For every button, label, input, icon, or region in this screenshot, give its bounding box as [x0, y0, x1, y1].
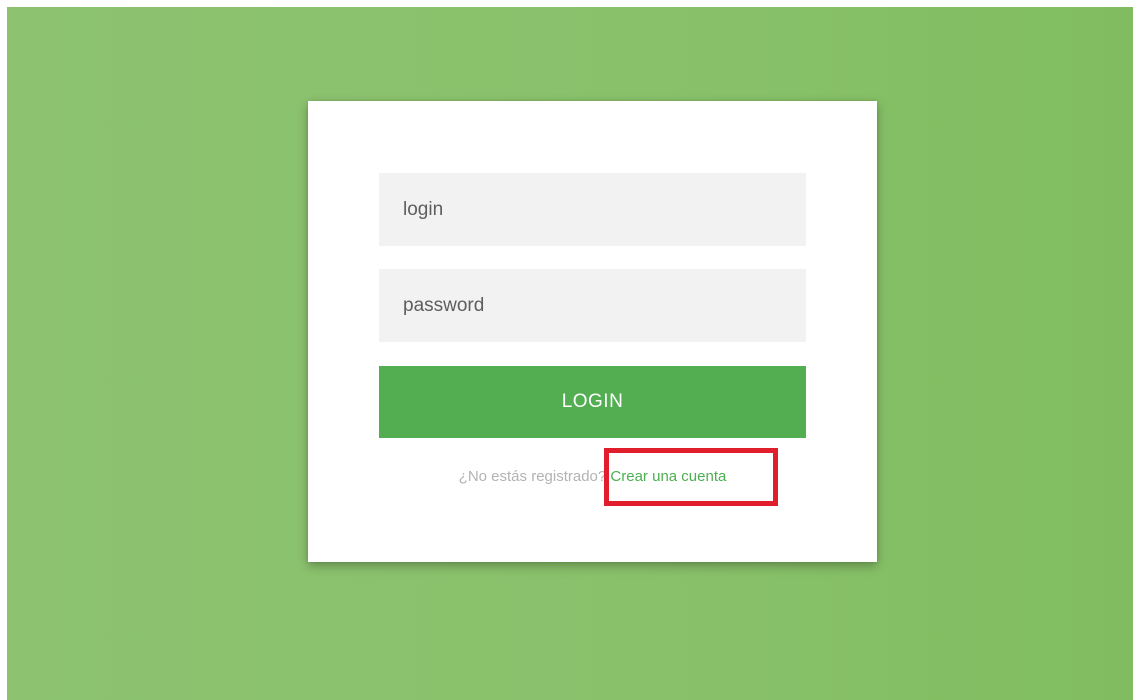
login-input[interactable]	[379, 173, 806, 246]
register-prompt: ¿No estás registrado?	[458, 468, 607, 485]
password-input[interactable]	[379, 269, 806, 342]
register-row: ¿No estás registrado? Crear una cuenta	[308, 467, 877, 487]
login-button[interactable]: LOGIN	[379, 366, 806, 438]
create-account-link[interactable]: Crear una cuenta	[610, 468, 726, 485]
login-card: LOGIN ¿No estás registrado? Crear una cu…	[308, 101, 877, 562]
